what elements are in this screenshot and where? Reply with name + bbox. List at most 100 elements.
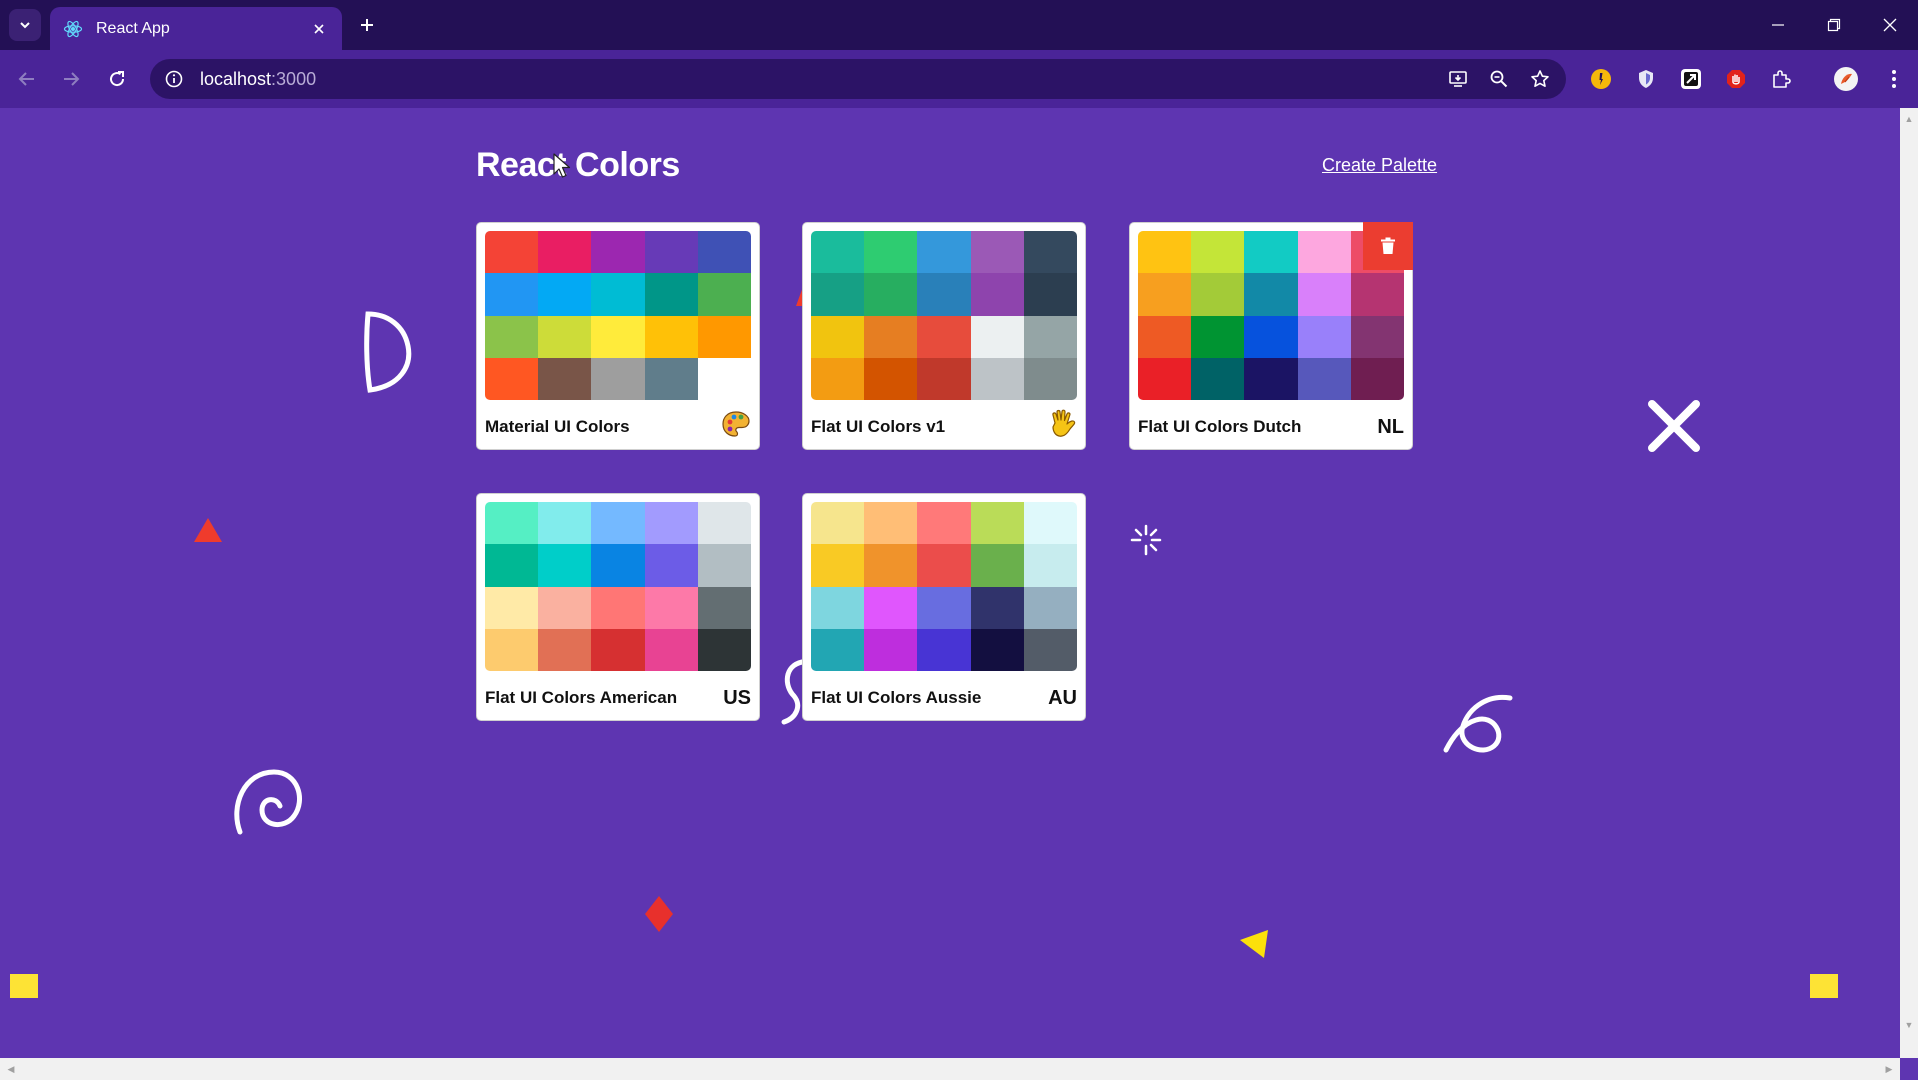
color-swatch bbox=[644, 502, 698, 545]
page-viewport: React Colors Create Palette Material UI … bbox=[0, 108, 1900, 1058]
color-swatch bbox=[1138, 231, 1192, 274]
color-swatch bbox=[485, 315, 539, 358]
color-swatch bbox=[1244, 357, 1298, 400]
color-swatch bbox=[485, 357, 539, 400]
color-swatch bbox=[864, 273, 918, 316]
color-swatch bbox=[591, 586, 645, 629]
profile-avatar[interactable] bbox=[1830, 63, 1862, 95]
zoom-icon[interactable] bbox=[1483, 63, 1515, 95]
color-swatch bbox=[1297, 357, 1351, 400]
palette-emoji: AU bbox=[1048, 686, 1077, 709]
decorative-yellow-square-right bbox=[1810, 974, 1838, 998]
color-swatch bbox=[591, 502, 645, 545]
back-button[interactable] bbox=[10, 62, 44, 96]
forward-button[interactable] bbox=[54, 62, 88, 96]
vertical-scrollbar[interactable]: ▲ ▼ bbox=[1900, 108, 1918, 1058]
color-swatch bbox=[591, 231, 645, 274]
color-swatch bbox=[644, 628, 698, 671]
palette-name: Flat UI Colors American bbox=[485, 688, 678, 707]
color-swatch bbox=[697, 586, 751, 629]
palette-name: Material UI Colors bbox=[485, 417, 630, 436]
color-swatch bbox=[917, 357, 971, 400]
address-bar[interactable]: localhost:3000 bbox=[150, 59, 1566, 99]
color-swatch bbox=[1191, 357, 1245, 400]
color-swatch bbox=[1023, 357, 1077, 400]
palette-card-flat-ui-v1[interactable]: Flat UI Colors v1 bbox=[802, 222, 1086, 450]
scroll-left-arrow-icon[interactable]: ◀ bbox=[2, 1060, 20, 1078]
palette-card-flat-ui-aussie[interactable]: Flat UI Colors Aussie AU bbox=[802, 493, 1086, 721]
artist-palette-icon bbox=[722, 411, 750, 437]
palette-emoji-icon bbox=[1049, 409, 1077, 445]
color-swatch bbox=[485, 628, 539, 671]
restore-icon bbox=[1827, 18, 1841, 32]
color-swatch bbox=[697, 628, 751, 671]
color-swatch bbox=[1244, 273, 1298, 316]
color-swatch bbox=[591, 628, 645, 671]
site-info-icon[interactable] bbox=[154, 59, 194, 99]
palette-card-flat-ui-dutch[interactable]: Flat UI Colors Dutch NL bbox=[1129, 222, 1413, 450]
color-swatch bbox=[644, 357, 698, 400]
color-swatch bbox=[1297, 315, 1351, 358]
browser-tab[interactable]: React App bbox=[50, 7, 342, 50]
color-swatch bbox=[811, 273, 865, 316]
color-swatch bbox=[811, 231, 865, 274]
extension-honey-icon[interactable] bbox=[1585, 63, 1617, 95]
palette-name: Flat UI Colors v1 bbox=[811, 417, 946, 436]
color-swatch bbox=[917, 544, 971, 587]
color-swatch bbox=[917, 231, 971, 274]
tab-search-button[interactable] bbox=[9, 9, 41, 41]
reload-button[interactable] bbox=[100, 62, 134, 96]
restore-button[interactable] bbox=[1806, 0, 1862, 50]
color-swatch bbox=[1350, 357, 1404, 400]
scroll-right-arrow-icon[interactable]: ▶ bbox=[1880, 1060, 1898, 1078]
decorative-red-diamond bbox=[645, 896, 673, 932]
palette-swatch-grid bbox=[485, 502, 751, 671]
create-palette-link[interactable]: Create Palette bbox=[1322, 155, 1437, 176]
color-swatch bbox=[970, 502, 1024, 545]
color-swatch bbox=[864, 586, 918, 629]
color-swatch bbox=[644, 231, 698, 274]
tab-strip: React App bbox=[0, 0, 1918, 50]
color-swatch bbox=[917, 273, 971, 316]
color-swatch bbox=[811, 628, 865, 671]
color-swatch bbox=[970, 628, 1024, 671]
color-swatch bbox=[917, 586, 971, 629]
decorative-sparkle bbox=[1130, 524, 1162, 556]
plus-icon bbox=[361, 19, 373, 31]
delete-palette-button[interactable] bbox=[1363, 222, 1413, 270]
browser-toolbar: localhost:3000 bbox=[0, 50, 1918, 108]
minimize-button[interactable] bbox=[1750, 0, 1806, 50]
bookmark-star-icon[interactable] bbox=[1524, 63, 1556, 95]
tab-close-icon[interactable] bbox=[308, 18, 330, 40]
scroll-down-arrow-icon[interactable]: ▼ bbox=[1900, 1016, 1918, 1034]
color-swatch bbox=[644, 544, 698, 587]
color-swatch bbox=[644, 586, 698, 629]
extension-shield-icon[interactable] bbox=[1630, 63, 1662, 95]
horizontal-scrollbar[interactable]: ◀ ▶ bbox=[0, 1058, 1900, 1080]
extension-arrow-icon[interactable] bbox=[1675, 63, 1707, 95]
color-swatch bbox=[917, 628, 971, 671]
close-window-button[interactable] bbox=[1862, 0, 1918, 50]
palette-card-material-ui[interactable]: Material UI Colors bbox=[476, 222, 760, 450]
raised-hand-icon bbox=[1052, 409, 1076, 437]
color-swatch bbox=[538, 502, 592, 545]
extension-stop-hand-icon[interactable] bbox=[1720, 63, 1752, 95]
color-swatch bbox=[538, 544, 592, 587]
color-swatch bbox=[1191, 273, 1245, 316]
color-swatch bbox=[644, 315, 698, 358]
color-swatch bbox=[970, 273, 1024, 316]
extensions-puzzle-icon[interactable] bbox=[1765, 63, 1797, 95]
color-swatch bbox=[970, 544, 1024, 587]
color-swatch bbox=[485, 586, 539, 629]
new-tab-button[interactable] bbox=[352, 10, 382, 40]
color-swatch bbox=[697, 357, 751, 400]
color-swatch bbox=[970, 357, 1024, 400]
color-swatch bbox=[1350, 273, 1404, 316]
scroll-up-arrow-icon[interactable]: ▲ bbox=[1900, 110, 1918, 128]
color-swatch bbox=[1023, 502, 1077, 545]
install-app-icon[interactable] bbox=[1442, 63, 1474, 95]
browser-menu-button[interactable] bbox=[1878, 63, 1910, 95]
reload-icon bbox=[110, 71, 125, 87]
palette-card-flat-ui-american[interactable]: Flat UI Colors American US bbox=[476, 493, 760, 721]
color-swatch bbox=[1191, 231, 1245, 274]
